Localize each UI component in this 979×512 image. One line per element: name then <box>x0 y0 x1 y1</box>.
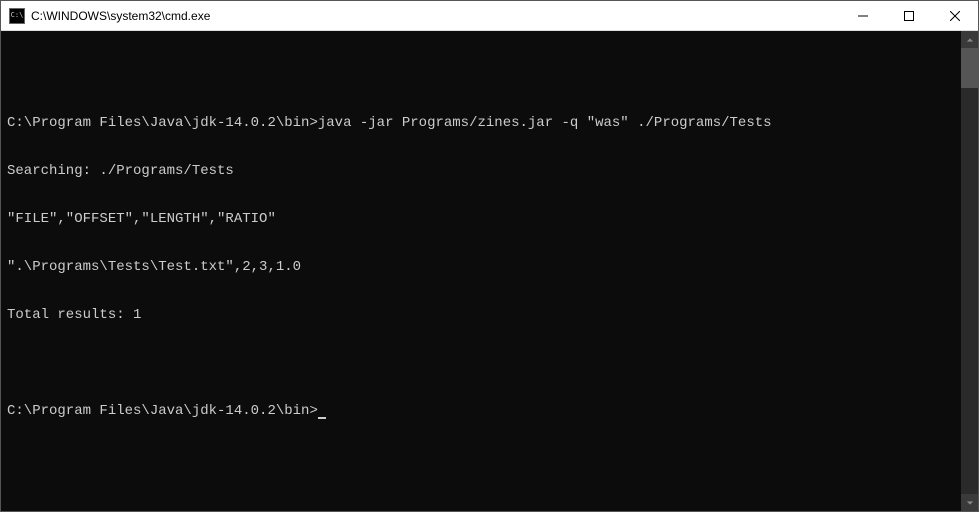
terminal-output-line: "FILE","OFFSET","LENGTH","RATIO" <box>7 211 955 227</box>
close-button[interactable] <box>932 1 978 30</box>
scrollbar[interactable] <box>961 31 978 511</box>
minimize-icon <box>858 11 868 21</box>
window-title: C:\WINDOWS\system32\cmd.exe <box>31 9 840 23</box>
terminal-output-line: ".\Programs\Tests\Test.txt",2,3,1.0 <box>7 259 955 275</box>
prompt: C:\Program Files\Java\jdk-14.0.2\bin> <box>7 403 318 419</box>
minimize-button[interactable] <box>840 1 886 30</box>
terminal-line: C:\Program Files\Java\jdk-14.0.2\bin> <box>7 403 955 419</box>
scrollbar-down-button[interactable] <box>961 494 978 511</box>
prompt: C:\Program Files\Java\jdk-14.0.2\bin> <box>7 115 318 131</box>
scrollbar-thumb[interactable] <box>961 48 978 88</box>
chevron-down-icon <box>966 499 974 507</box>
terminal-output-line: Total results: 1 <box>7 307 955 323</box>
terminal[interactable]: C:\Program Files\Java\jdk-14.0.2\bin>jav… <box>1 31 961 511</box>
terminal-line: C:\Program Files\Java\jdk-14.0.2\bin>jav… <box>7 115 955 131</box>
terminal-container: C:\Program Files\Java\jdk-14.0.2\bin>jav… <box>1 31 978 511</box>
command-text: java -jar Programs/zines.jar -q "was" ./… <box>318 115 772 131</box>
close-icon <box>950 11 960 21</box>
maximize-icon <box>904 11 914 21</box>
cmd-icon: C:\ <box>9 8 25 24</box>
window-controls <box>840 1 978 30</box>
cmd-window: C:\ C:\WINDOWS\system32\cmd.exe <box>0 0 979 512</box>
chevron-up-icon <box>966 36 974 44</box>
cursor <box>318 417 326 419</box>
titlebar[interactable]: C:\ C:\WINDOWS\system32\cmd.exe <box>1 1 978 31</box>
terminal-output-line: Searching: ./Programs/Tests <box>7 163 955 179</box>
scrollbar-up-button[interactable] <box>961 31 978 48</box>
maximize-button[interactable] <box>886 1 932 30</box>
